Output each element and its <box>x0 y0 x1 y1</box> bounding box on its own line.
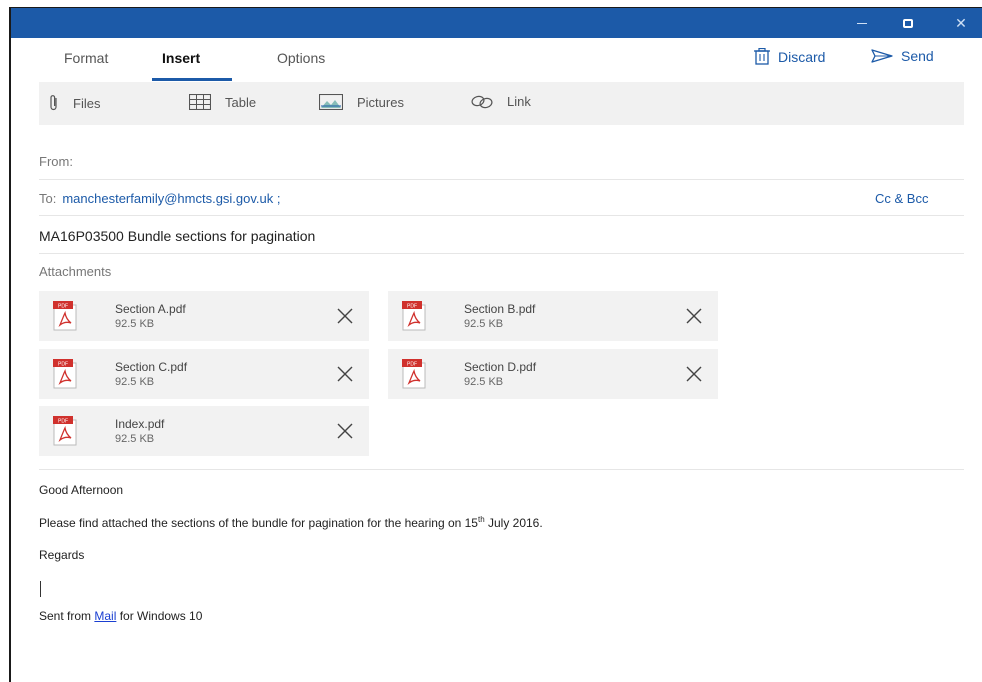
insert-toolbar: Files Table Pictures Link <box>39 82 964 125</box>
divider <box>39 469 964 470</box>
pictures-label: Pictures <box>357 94 404 110</box>
table-button[interactable]: Table <box>189 94 256 110</box>
tab-format[interactable]: Format <box>64 50 108 82</box>
divider <box>39 253 964 254</box>
body-paragraph: Please find attached the sections of the… <box>39 515 543 530</box>
tab-options[interactable]: Options <box>277 50 325 82</box>
discard-button[interactable]: Discard <box>754 48 825 65</box>
to-label: To: <box>39 191 57 206</box>
pictures-button[interactable]: Pictures <box>319 94 404 110</box>
pdf-file-icon: PDF <box>53 359 77 389</box>
paperclip-icon <box>50 95 57 111</box>
from-field[interactable]: From: <box>39 154 73 169</box>
files-label: Files <box>73 95 101 111</box>
signature: Sent from Mail for Windows 10 <box>39 609 203 623</box>
mail-compose-window: ✕ Format Insert Options Discard Send Fil… <box>9 7 982 682</box>
body-greeting: Good Afternoon <box>39 483 124 497</box>
attachment-size: 92.5 KB <box>115 318 155 330</box>
attachment-size: 92.5 KB <box>115 376 155 388</box>
title-bar: ✕ <box>11 8 982 38</box>
pdf-badge-text: PDF <box>407 303 417 309</box>
table-icon <box>189 94 211 110</box>
maximize-button[interactable] <box>885 8 931 38</box>
remove-attachment-icon[interactable] <box>335 364 355 384</box>
table-label: Table <box>225 94 257 110</box>
discard-label: Discard <box>778 48 826 65</box>
attachment-item[interactable]: PDF Section A.pdf 92.5 KB <box>39 291 369 341</box>
link-label: Link <box>507 94 531 109</box>
cc-bcc-button[interactable]: Cc & Bcc <box>875 191 928 206</box>
attachment-size: 92.5 KB <box>464 318 504 330</box>
ribbon-tabs: Format Insert Options Discard Send <box>11 38 982 82</box>
attachment-name: Section C.pdf <box>115 360 188 374</box>
remove-attachment-icon[interactable] <box>335 306 355 326</box>
attachment-item[interactable]: PDF Section D.pdf 92.5 KB <box>388 349 718 399</box>
attachment-name: Section D.pdf <box>464 360 537 374</box>
active-tab-indicator <box>152 78 232 81</box>
files-button[interactable]: Files <box>49 94 100 112</box>
minimize-button[interactable] <box>839 8 885 38</box>
send-button[interactable]: Send <box>871 48 934 64</box>
attachment-name: Index.pdf <box>115 417 165 431</box>
pdf-file-icon: PDF <box>53 301 77 331</box>
picture-icon <box>319 94 343 110</box>
pdf-file-icon: PDF <box>402 359 426 389</box>
link-icon <box>471 95 493 108</box>
divider <box>39 179 964 180</box>
divider <box>39 215 964 216</box>
attachment-name: Section A.pdf <box>115 302 186 316</box>
attachment-size: 92.5 KB <box>464 376 504 388</box>
attachment-item[interactable]: PDF Section B.pdf 92.5 KB <box>388 291 718 341</box>
remove-attachment-icon[interactable] <box>335 421 355 441</box>
attachment-name: Section B.pdf <box>464 302 536 316</box>
attachments-label: Attachments <box>39 264 112 279</box>
send-icon <box>871 49 893 63</box>
remove-attachment-icon[interactable] <box>684 364 704 384</box>
minimize-icon <box>857 22 867 24</box>
maximize-icon <box>903 18 913 28</box>
attachment-size: 92.5 KB <box>115 433 155 445</box>
send-label: Send <box>901 48 934 64</box>
body-regards: Regards <box>39 548 85 562</box>
link-button[interactable]: Link <box>471 94 531 109</box>
to-recipient[interactable]: manchesterfamily@hmcts.gsi.gov.uk ; <box>62 191 280 206</box>
mail-app-link[interactable]: Mail <box>94 609 116 623</box>
close-icon: ✕ <box>955 14 967 31</box>
attachment-item[interactable]: PDF Section C.pdf 92.5 KB <box>39 349 369 399</box>
pdf-file-icon: PDF <box>402 301 426 331</box>
pdf-badge-text: PDF <box>58 361 68 367</box>
pdf-badge-text: PDF <box>407 361 417 367</box>
trash-icon <box>754 48 770 65</box>
text-cursor <box>40 581 41 597</box>
pdf-badge-text: PDF <box>58 418 68 424</box>
pdf-badge-text: PDF <box>58 303 68 309</box>
pdf-file-icon: PDF <box>53 416 77 446</box>
subject-field[interactable]: MA16P03500 Bundle sections for paginatio… <box>39 228 315 244</box>
attachment-item[interactable]: PDF Index.pdf 92.5 KB <box>39 406 369 456</box>
to-field[interactable]: To: manchesterfamily@hmcts.gsi.gov.uk ; <box>39 191 280 206</box>
close-button[interactable]: ✕ <box>938 8 982 38</box>
remove-attachment-icon[interactable] <box>684 306 704 326</box>
